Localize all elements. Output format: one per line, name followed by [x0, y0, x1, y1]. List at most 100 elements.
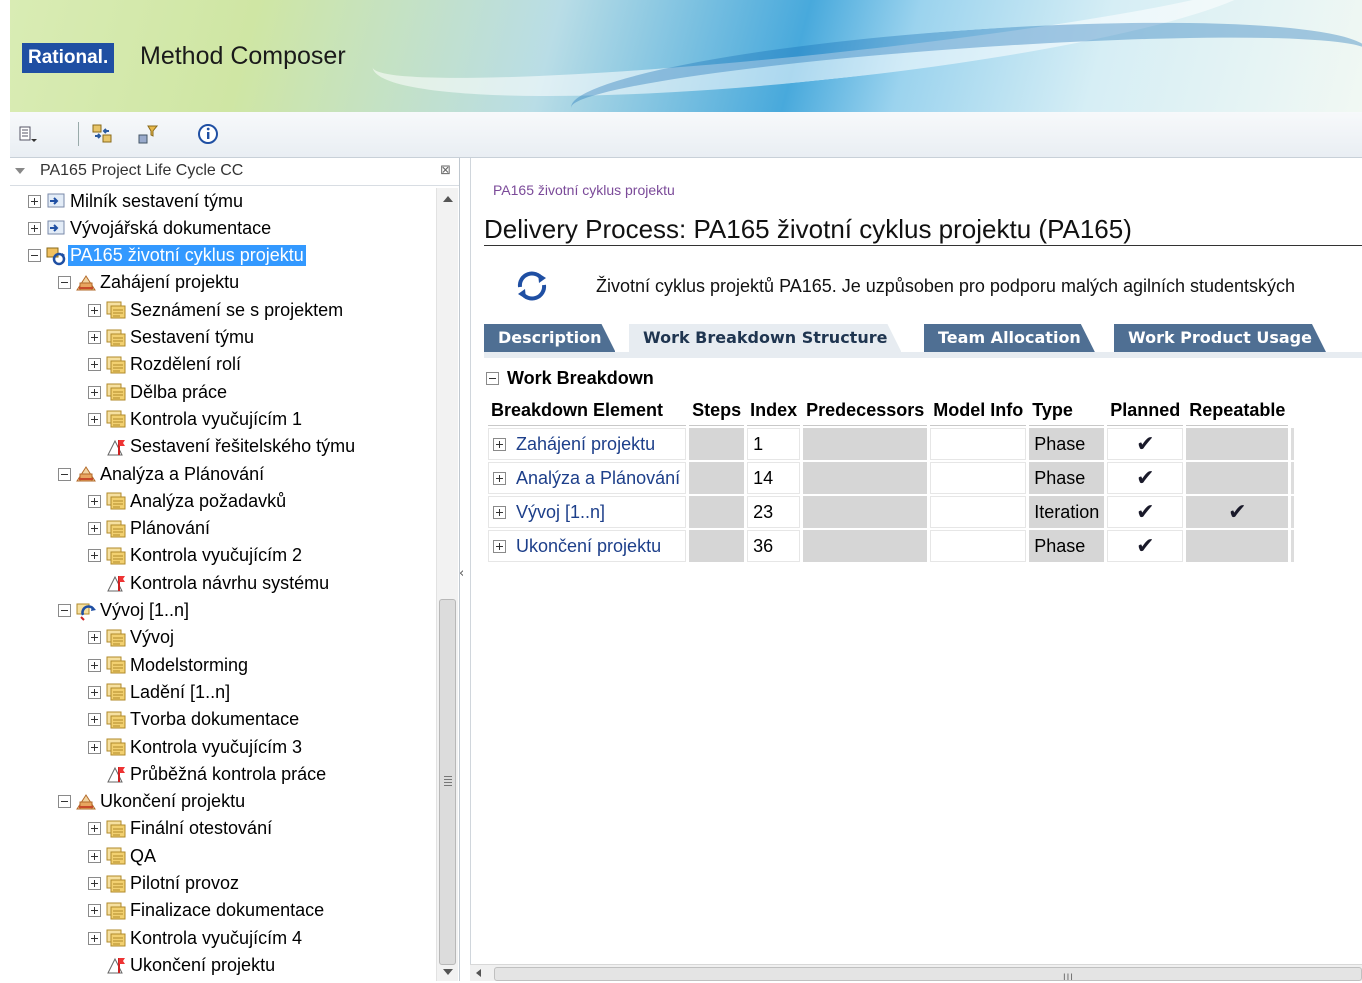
column-header[interactable]: Model Info — [930, 396, 1027, 426]
collapse-section-icon[interactable] — [486, 372, 499, 385]
filter-icon[interactable] — [136, 122, 160, 146]
tree-node[interactable]: Finalizace dokumentace — [88, 898, 326, 924]
expand-plus-icon[interactable] — [88, 931, 101, 945]
scroll-left-icon[interactable] — [476, 969, 481, 977]
expand-plus-icon[interactable] — [88, 358, 101, 372]
tree-node[interactable]: Vývoj — [88, 625, 176, 651]
table-row[interactable]: Zahájení projektu 1 Phase ✔ — [488, 428, 1295, 460]
link-with-editor-icon[interactable] — [90, 122, 114, 146]
activity-icon — [105, 819, 127, 839]
cell-predecessors — [803, 530, 928, 562]
tree-vertical-scrollbar[interactable] — [436, 188, 458, 981]
tree-node[interactable]: Kontrola návrhu systému — [88, 570, 331, 596]
expand-plus-icon[interactable] — [88, 385, 101, 399]
tree-node[interactable]: Tvorba dokumentace — [88, 707, 301, 733]
expand-plus-icon[interactable] — [493, 438, 506, 452]
expand-plus-icon[interactable] — [493, 540, 506, 554]
expand-plus-icon[interactable] — [88, 713, 101, 727]
tree-node[interactable]: Kontrola vyučujícím 2 — [88, 543, 304, 569]
column-header[interactable]: Predecessors — [803, 396, 928, 426]
tree-node[interactable]: Ukončení projektu — [88, 952, 277, 978]
column-header[interactable]: Breakdown Element — [488, 396, 687, 426]
collapse-minus-icon[interactable] — [58, 795, 71, 809]
expand-plus-icon[interactable] — [88, 822, 101, 836]
collapse-minus-icon[interactable] — [58, 467, 71, 481]
collapse-minus-icon[interactable] — [58, 276, 71, 290]
expand-plus-icon[interactable] — [28, 194, 41, 208]
tab-description[interactable]: Description — [484, 324, 615, 352]
breakdown-element-link[interactable]: Zahájení projektu — [516, 434, 655, 454]
tree-node[interactable]: Plánování — [88, 516, 212, 542]
tree-node[interactable]: Finální otestování — [88, 816, 274, 842]
breadcrumb[interactable]: PA165 životní cyklus projektu — [493, 182, 675, 198]
breakdown-element-link[interactable]: Ukončení projektu — [516, 536, 661, 556]
tree-node[interactable]: Průběžná kontrola práce — [88, 761, 328, 787]
breakdown-element-link[interactable]: Analýza a Plánování — [516, 468, 680, 488]
table-row[interactable]: Ukončení projektu 36 Phase ✔ — [488, 530, 1295, 562]
expand-plus-icon[interactable] — [493, 506, 506, 520]
work-breakdown-section[interactable]: Work Breakdown — [486, 368, 654, 389]
expand-plus-icon[interactable] — [88, 549, 101, 563]
tree-node[interactable]: PA165 životní cyklus projektu — [28, 243, 306, 269]
expand-plus-icon[interactable] — [88, 877, 101, 890]
tree-node[interactable]: Ukončení projektu — [58, 789, 247, 815]
column-header[interactable]: Repeatable — [1186, 396, 1289, 426]
view-toolbar — [10, 112, 1362, 158]
tree-node[interactable]: Milník sestavení týmu — [28, 188, 245, 214]
column-header[interactable]: Planned — [1107, 396, 1184, 426]
collapse-minus-icon[interactable] — [28, 249, 41, 263]
tree-node[interactable]: Sestavení týmu — [88, 325, 256, 351]
expand-plus-icon[interactable] — [88, 631, 101, 645]
tree-node[interactable]: Rozdělení rolí — [88, 352, 243, 378]
tree-node[interactable]: Kontrola vyučujícím 4 — [88, 925, 304, 951]
expand-plus-icon[interactable] — [88, 740, 101, 754]
tree-node[interactable]: Seznámení se s projektem — [88, 297, 345, 323]
tree-node[interactable]: Dělba práce — [88, 379, 229, 405]
scrollbar-thumb[interactable] — [439, 599, 456, 965]
expand-plus-icon[interactable] — [88, 522, 101, 536]
tab-work-breakdown-structure[interactable]: Work Breakdown Structure — [629, 324, 901, 352]
splitter-chevron-left-icon[interactable]: ‹ — [459, 566, 464, 581]
collapse-minus-icon[interactable] — [58, 604, 71, 617]
tree-node[interactable]: Analýza požadavků — [88, 488, 288, 514]
expand-plus-icon[interactable] — [88, 412, 101, 426]
tree-node[interactable]: Pilotní provoz — [88, 871, 241, 897]
tree-node[interactable]: Ladění [1..n] — [88, 679, 232, 705]
tree-node[interactable]: Sestavení řešitelského týmu — [88, 434, 357, 460]
tree-node[interactable]: QA — [88, 843, 158, 869]
column-header[interactable]: Type — [1029, 396, 1105, 426]
expand-plus-icon[interactable] — [88, 849, 101, 863]
expand-plus-icon[interactable] — [28, 221, 41, 235]
column-header[interactable]: Index — [747, 396, 801, 426]
expand-plus-icon[interactable] — [88, 685, 101, 699]
collapse-view-icon[interactable] — [15, 168, 25, 174]
tree-node-label: Průběžná kontrola práce — [130, 763, 327, 784]
expand-plus-icon[interactable] — [493, 472, 506, 486]
tree-node[interactable]: Zahájení projektu — [58, 270, 241, 296]
activity-icon — [105, 382, 127, 402]
expand-plus-icon[interactable] — [88, 331, 101, 344]
tree-node[interactable]: Vývoj [1..n] — [58, 598, 191, 624]
tree-node[interactable]: Modelstorming — [88, 652, 250, 678]
editor-horizontal-scrollbar[interactable]: III — [470, 964, 1362, 983]
info-icon[interactable] — [196, 122, 220, 146]
table-row[interactable]: Vývoj [1..n] 23 Iteration ✔ ✔ — [488, 496, 1295, 528]
expand-plus-icon[interactable] — [88, 658, 101, 672]
expand-plus-icon[interactable] — [88, 904, 101, 918]
expand-plus-icon[interactable] — [88, 303, 101, 317]
scroll-down-icon[interactable] — [443, 969, 453, 975]
breakdown-element-link[interactable]: Vývoj [1..n] — [516, 502, 605, 522]
tree-node[interactable]: Analýza a Plánování — [58, 461, 266, 487]
tab-work-product-usage[interactable]: Work Product Usage — [1114, 324, 1326, 352]
tree-node[interactable]: Vývojářská dokumentace — [28, 215, 273, 241]
tab-team-allocation[interactable]: Team Allocation — [924, 324, 1095, 352]
column-header[interactable]: Steps — [689, 396, 745, 426]
tree-node[interactable]: Kontrola vyučujícím 3 — [88, 734, 304, 760]
scrollbar-thumb[interactable]: III — [494, 967, 1362, 983]
view-menu-icon[interactable] — [16, 122, 40, 146]
scroll-up-icon[interactable] — [443, 196, 453, 202]
close-view-icon[interactable]: ⊠ — [440, 163, 451, 178]
tree-node[interactable]: Kontrola vyučujícím 1 — [88, 406, 304, 432]
expand-plus-icon[interactable] — [88, 494, 101, 508]
table-row[interactable]: Analýza a Plánování 14 Phase ✔ — [488, 462, 1295, 494]
